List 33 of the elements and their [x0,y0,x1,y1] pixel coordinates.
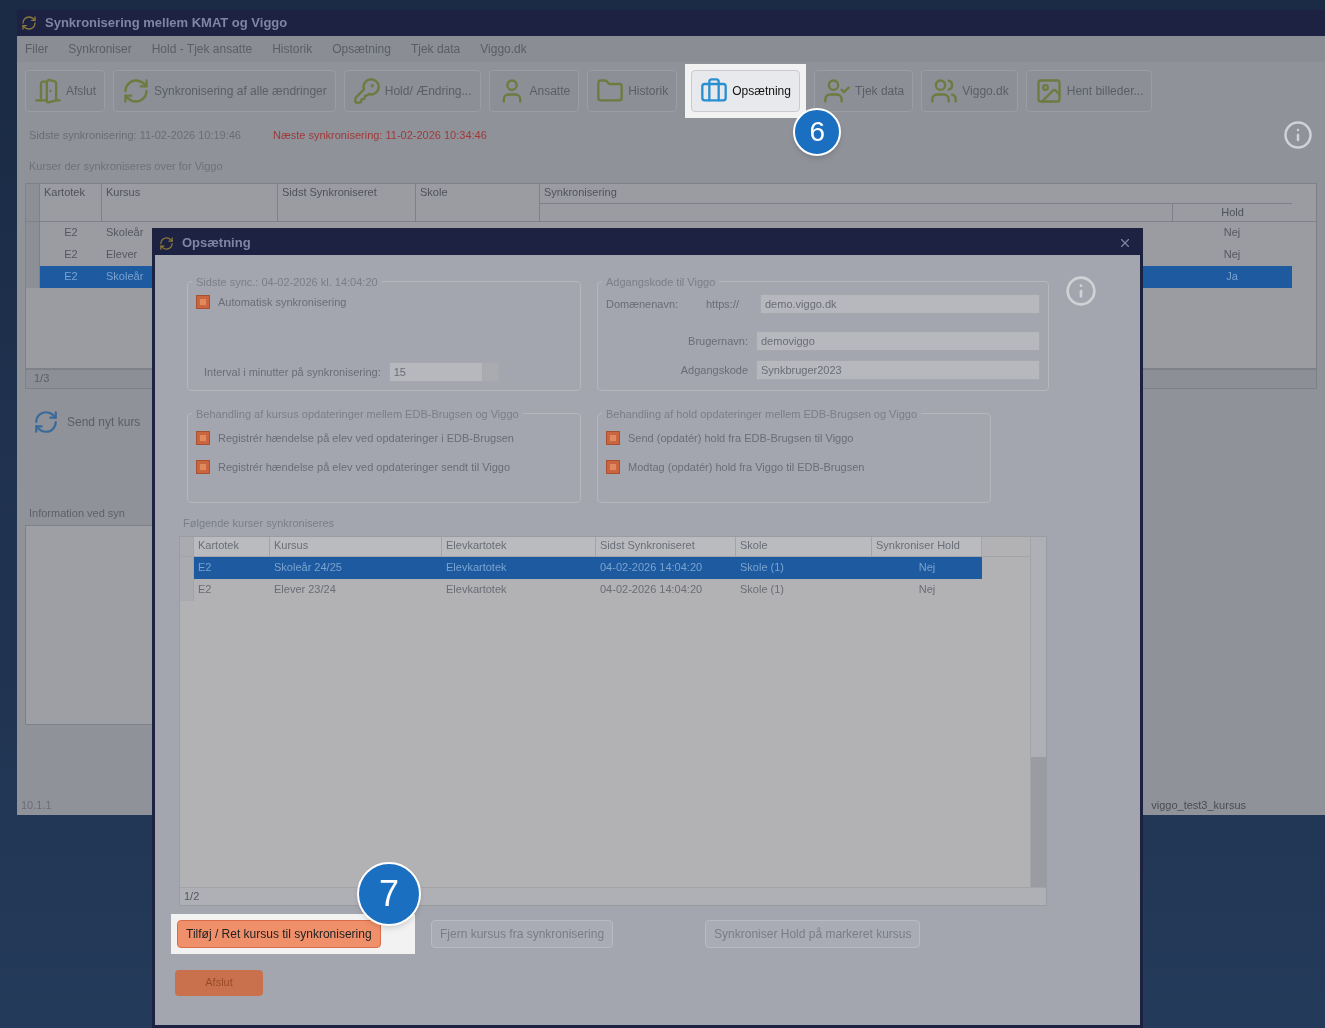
table-cell-text: Nej [917,560,937,576]
url-prefix: https:// [706,296,741,312]
table-cell-text: E2 [63,269,79,285]
table-cell-text: Elevkartotek [445,560,508,576]
table-cell-text: Nej [917,582,937,598]
window-title: Synkronisering mellem KMAT og Viggo [45,14,288,33]
dialog-title: Opsætning [182,234,251,253]
table-cell-text: Elever [105,247,139,263]
checkbox-label: Modtag (opdatér) hold fra Viggo til EDB-Brugsen [628,459,865,475]
table-cell-text: Skole (1) [739,560,786,576]
table-cell-text: E2 [197,582,213,598]
next-sync-text: Næste synkronisering: 11-02-2026 10:34:46 [273,127,487,143]
record-count: 1/2 [184,888,200,904]
table-cell-text: Elevkartotek [445,582,508,598]
table-cell-text: Nej [1222,225,1242,241]
step-number-badge: 6 [793,108,842,156]
field-label: Domænenavn: [606,296,680,312]
field-label: Adgangskode [679,362,749,378]
table-cell-text: Elever 23/24 [273,582,337,598]
table-cell-text: Skoleår [105,269,145,285]
table-cell-text: Ja [1225,269,1239,285]
table-cell-text: E2 [197,560,213,576]
table-cell-text: Skole (1) [739,582,786,598]
table-cell-text: Nej [1222,247,1242,263]
table-cell-text: 04-02-2026 14:04:20 [599,560,704,576]
table-cell-text: E2 [63,247,79,263]
table-cell-text: Skoleår [105,225,145,241]
table-cell-text: E2 [63,225,79,241]
field-label: Brugernavn: [687,333,749,349]
status-text: viggo_test3_kursus [1151,797,1246,813]
table-cell-text: Skoleår 24/25 [273,560,343,576]
table-cell-text: 04-02-2026 14:04:20 [599,582,704,598]
checkbox-label: Automatisk synkronisering [218,295,347,310]
